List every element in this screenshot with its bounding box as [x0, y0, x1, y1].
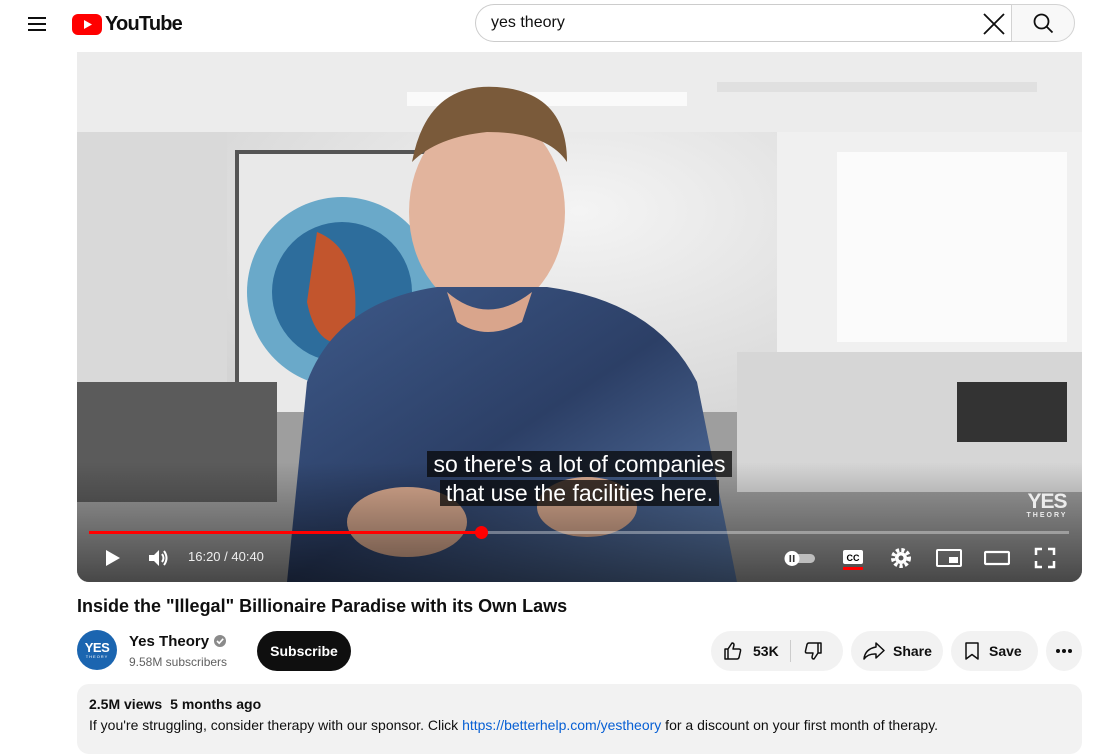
scrubber-handle[interactable] — [475, 526, 488, 539]
verified-badge-icon — [214, 635, 226, 647]
thumbs-down-icon — [804, 642, 822, 660]
thumbs-up-icon — [724, 642, 742, 660]
hamburger-menu-icon[interactable] — [20, 8, 54, 40]
volume-icon — [149, 550, 168, 566]
fullscreen-icon — [1034, 547, 1056, 569]
save-button[interactable]: Save — [951, 631, 1038, 671]
top-bar: YouTube — [0, 0, 1093, 52]
share-label: Share — [893, 643, 932, 659]
more-horizontal-icon — [1056, 649, 1072, 653]
sponsor-link[interactable]: https://betterhelp.com/yestheory — [462, 717, 661, 733]
progress-bar[interactable] — [89, 526, 1069, 539]
play-button[interactable] — [94, 540, 130, 576]
channel-avatar[interactable]: YES THEORY — [77, 630, 117, 670]
dislike-button[interactable] — [791, 631, 843, 671]
like-dislike-group: 53K — [711, 631, 843, 671]
search-icon — [1033, 13, 1054, 34]
subtitles: so there's a lot of companies that use t… — [77, 450, 1082, 508]
video-title: Inside the "Illegal" Billionaire Paradis… — [77, 596, 568, 616]
close-icon[interactable] — [981, 11, 1007, 37]
channel-name[interactable]: Yes Theory — [129, 633, 209, 650]
svg-text:CC: CC — [847, 553, 860, 563]
miniplayer-button[interactable] — [931, 540, 967, 576]
time-display: 16:20 / 40:40 — [188, 549, 264, 564]
share-icon — [863, 642, 885, 660]
volume-button[interactable] — [140, 540, 176, 576]
settings-button[interactable] — [883, 540, 919, 576]
captions-button[interactable]: CC — [835, 540, 871, 576]
theater-mode-icon — [984, 550, 1010, 566]
description-text-after: for a discount on your first month of th… — [661, 717, 939, 733]
play-icon — [106, 550, 120, 566]
upload-age: 5 months ago — [170, 696, 262, 712]
channel-watermark[interactable]: YES THEORY — [1025, 490, 1069, 519]
search-input[interactable] — [491, 5, 961, 41]
autoplay-toggle[interactable] — [782, 540, 818, 576]
like-button[interactable]: 53K — [711, 631, 790, 671]
autoplay-toggle-icon — [784, 551, 815, 566]
watermark-subtext: THEORY — [1026, 512, 1068, 519]
share-button[interactable]: Share — [851, 631, 943, 671]
youtube-logo[interactable]: YouTube — [72, 12, 183, 36]
watermark-text: YES — [1027, 490, 1067, 513]
youtube-play-logo-icon — [72, 13, 102, 35]
theater-mode-button[interactable] — [979, 540, 1015, 576]
like-count: 53K — [753, 643, 779, 659]
avatar-text: YES — [84, 640, 110, 655]
description-meta: 2.5M views 5 months ago — [89, 696, 1070, 712]
subscriber-count: 9.58M subscribers — [129, 655, 228, 669]
video-player[interactable]: so there's a lot of companies that use t… — [77, 52, 1082, 582]
save-label: Save — [989, 643, 1022, 659]
description-text: If you're struggling, consider therapy w… — [89, 717, 1070, 733]
bookmark-icon — [965, 642, 979, 660]
caption-line-2: that use the facilities here. — [439, 480, 720, 506]
progress-played — [89, 531, 481, 534]
more-actions-button[interactable] — [1046, 631, 1082, 671]
subscribe-button[interactable]: Subscribe — [257, 631, 351, 671]
gear-icon — [891, 548, 911, 568]
search-box — [475, 4, 1011, 42]
fullscreen-button[interactable] — [1027, 540, 1063, 576]
caption-line-1: so there's a lot of companies — [427, 451, 732, 477]
logo-wordmark: YouTube — [105, 12, 183, 35]
search-button[interactable] — [1011, 4, 1075, 42]
closed-captions-icon: CC — [843, 550, 863, 570]
avatar-subtext: THEORY — [85, 654, 109, 659]
description-text-before: If you're struggling, consider therapy w… — [89, 717, 463, 733]
view-count: 2.5M views — [89, 696, 163, 712]
miniplayer-icon — [936, 549, 962, 567]
description-box[interactable]: 2.5M views 5 months ago If you're struggl… — [77, 684, 1082, 754]
